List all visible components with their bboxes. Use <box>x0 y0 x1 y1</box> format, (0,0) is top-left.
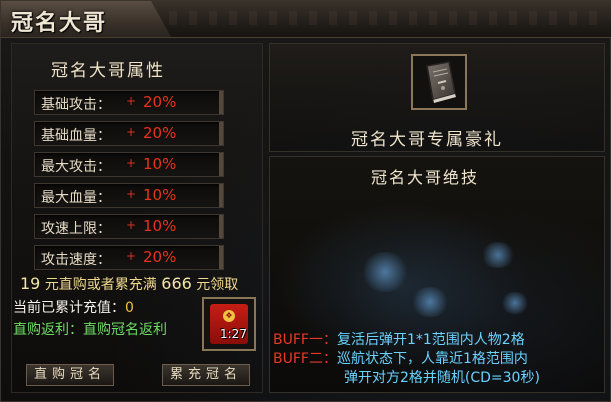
attribute-label: 攻速上限： <box>41 221 111 237</box>
buff-2-continued: 弹开对方2格并随机(CD=30秒) <box>344 367 540 387</box>
attribute-value: 10% <box>143 155 177 173</box>
buff-description: 巡航状态下，人靠近1格范围内 <box>336 351 528 367</box>
plus-icon: + <box>126 187 137 201</box>
buff-1: BUFF一：复活后弹开1*1范围内人物2格 <box>273 329 525 349</box>
attribute-value: 10% <box>143 217 177 235</box>
rebate-text: 直购返利：直购冠名返利 <box>13 322 167 338</box>
attribute-row-max-attack: 最大攻击： + 10% <box>34 152 224 177</box>
buff-label: BUFF二： <box>273 351 337 367</box>
attribute-value: 20% <box>143 93 177 111</box>
effect-glow <box>500 292 530 314</box>
recharge-status: 当前已累计充值：0 <box>13 297 134 317</box>
book-icon <box>426 61 456 103</box>
title-bar: 冠名大哥 <box>1 1 611 38</box>
plus-icon: + <box>126 218 137 232</box>
attribute-value: 20% <box>143 124 177 142</box>
promo-direct-amount: 19 <box>20 274 41 293</box>
attribute-label: 攻击速度： <box>41 252 111 268</box>
direct-buy-button[interactable]: 直购冠名 <box>26 364 114 386</box>
buff-label: BUFF一： <box>273 332 337 348</box>
plus-icon: + <box>126 125 137 139</box>
buff-2: BUFF二：巡航状态下，人靠近1格范围内 <box>273 348 528 368</box>
promo-text-b: 元领取 <box>196 277 239 293</box>
plus-icon: + <box>126 156 137 170</box>
buff-description: 弹开对方2格并随机(CD=30秒) <box>344 370 540 386</box>
window-title: 冠名大哥 <box>11 11 108 36</box>
gift-item-slot[interactable] <box>411 54 467 110</box>
promo-requirement: 19 元直购或者累充满 666 元领取 <box>20 274 238 294</box>
promo-total-amount: 666 <box>161 274 192 293</box>
seal-icon: ❖ <box>223 310 235 322</box>
attribute-row-base-hp: 基础血量： + 20% <box>34 121 224 146</box>
attribute-label: 最大攻击： <box>41 159 111 175</box>
plus-icon: + <box>126 249 137 263</box>
promo-text-a: 元直购或者累充满 <box>44 277 157 293</box>
attribute-row-max-hp: 最大血量： + 10% <box>34 183 224 208</box>
effect-glow <box>360 252 410 292</box>
accumulate-recharge-button[interactable]: 累充冠名 <box>162 364 250 386</box>
gift-title: 冠名大哥专属豪礼 <box>351 130 503 150</box>
plus-icon: + <box>126 94 137 108</box>
effect-glow <box>410 287 450 317</box>
skill-title: 冠名大哥绝技 <box>371 168 480 187</box>
attribute-label: 基础攻击： <box>41 97 111 113</box>
recharge-value: 0 <box>125 300 134 316</box>
attribute-value: 10% <box>143 186 177 204</box>
recharge-label: 当前已累计充值： <box>13 300 125 316</box>
attribute-label: 基础血量： <box>41 128 111 144</box>
attribute-row-base-attack: 基础攻击： + 20% <box>34 90 224 115</box>
reward-item-slot[interactable]: ❖ 1:27 <box>202 297 256 351</box>
item-count: 1:27 <box>220 327 247 341</box>
game-window: 冠名大哥 冠名大哥属性 基础攻击： + 20% 基础血量： + 20% 最大攻击… <box>0 0 611 402</box>
attribute-row-attack-speed-cap: 攻速上限： + 10% <box>34 214 224 239</box>
attribute-row-attack-speed: 攻击速度： + 20% <box>34 245 224 270</box>
attribute-label: 最大血量： <box>41 190 111 206</box>
effect-glow <box>480 242 516 268</box>
attribute-value: 20% <box>143 248 177 266</box>
attributes-title: 冠名大哥属性 <box>51 61 165 81</box>
title-decoration <box>169 11 599 25</box>
buff-description: 复活后弹开1*1范围内人物2格 <box>336 332 525 348</box>
